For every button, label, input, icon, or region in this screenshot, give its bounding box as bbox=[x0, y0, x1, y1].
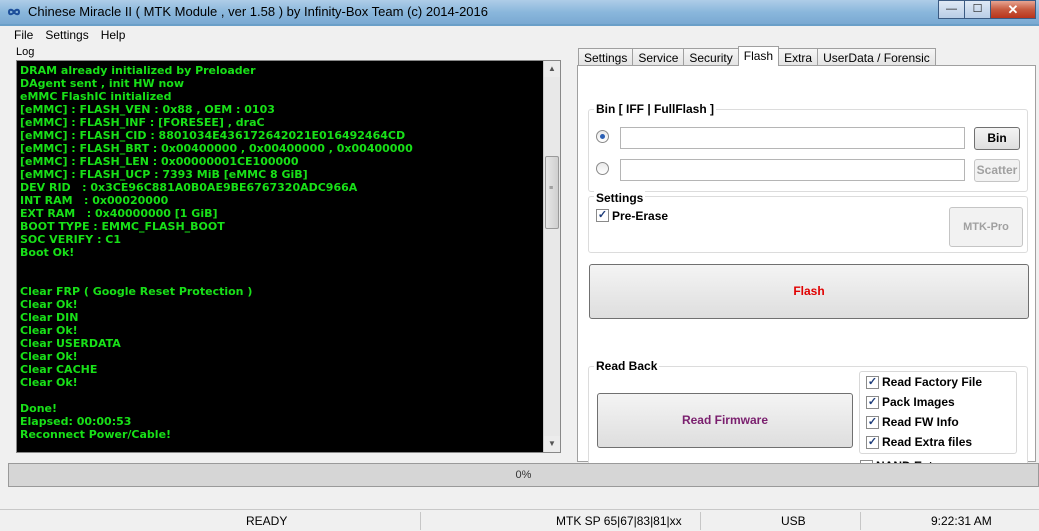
log-line: EXT RAM : 0x40000000 [1 GiB] bbox=[20, 207, 218, 220]
menu-bar: File Settings Help bbox=[0, 26, 1039, 44]
status-divider bbox=[700, 512, 701, 530]
tab-security[interactable]: Security bbox=[683, 48, 739, 66]
bin-path-field[interactable] bbox=[620, 127, 965, 149]
progress-text: 0% bbox=[515, 469, 532, 481]
check-icon: ✓ bbox=[867, 396, 878, 408]
log-line: DRAM already initialized by Preloader bbox=[20, 64, 256, 77]
status-bar: READY MTK SP 65|67|83|81|xx USB 9:22:31 … bbox=[0, 509, 1039, 531]
status-divider bbox=[860, 512, 861, 530]
log-line: [eMMC] : FLASH_INF : [FORESEE] , draC bbox=[20, 116, 265, 129]
check-icon: ✓ bbox=[597, 209, 608, 221]
tab-extra[interactable]: Extra bbox=[778, 48, 819, 66]
status-time: 9:22:31 AM bbox=[931, 514, 992, 528]
log-scrollbar[interactable]: ▲ ≡ ▼ bbox=[543, 61, 560, 452]
infinity-logo-icon bbox=[7, 8, 21, 16]
bin-button[interactable]: Bin bbox=[974, 127, 1020, 150]
log-line: Clear USERDATA bbox=[20, 337, 121, 350]
window-controls: — ☐ ✕ bbox=[938, 0, 1036, 19]
log-line: Done! bbox=[20, 402, 57, 415]
pack-images-checkbox[interactable]: ✓ bbox=[866, 396, 879, 409]
progress-bar: 0% bbox=[8, 463, 1039, 487]
check-icon: ✓ bbox=[867, 376, 878, 388]
status-state: READY bbox=[246, 514, 288, 528]
status-platform: MTK SP 65|67|83|81|xx bbox=[556, 514, 682, 528]
log-line: Boot Ok! bbox=[20, 246, 75, 259]
log-line: Elapsed: 00:00:53 bbox=[20, 415, 132, 428]
title-bar: Chinese Miracle II ( MTK Module , ver 1.… bbox=[0, 0, 1039, 24]
log-line: DEV RID : 0x3CE96C881A0B0AE9BE6767320ADC… bbox=[20, 181, 358, 194]
grip-icon: ≡ bbox=[549, 185, 554, 192]
log-line: [eMMC] : FLASH_UCP : 7393 MiB [eMMC 8 Gi… bbox=[20, 168, 308, 181]
mtk-pro-button[interactable]: MTK-Pro bbox=[949, 207, 1023, 247]
readback-group-title: Read Back bbox=[594, 359, 660, 373]
menu-settings[interactable]: Settings bbox=[39, 26, 94, 44]
read-extra-files-label: Read Extra files bbox=[882, 435, 973, 449]
scroll-thumb[interactable]: ≡ bbox=[545, 156, 559, 229]
maximize-button[interactable]: ☐ bbox=[964, 0, 991, 19]
scatter-button[interactable]: Scatter bbox=[974, 159, 1020, 182]
pre-erase-checkbox[interactable]: ✓ bbox=[596, 209, 609, 222]
log-line: Clear Ok! bbox=[20, 350, 78, 363]
log-line: Reconnect Power/Cable! bbox=[20, 428, 172, 441]
check-icon: ✓ bbox=[867, 416, 878, 428]
read-fw-info-checkbox[interactable]: ✓ bbox=[866, 416, 879, 429]
log-line: DAgent sent , init HW now bbox=[20, 77, 185, 90]
flash-button[interactable]: Flash bbox=[589, 264, 1029, 319]
log-label: Log bbox=[16, 46, 35, 58]
menu-file[interactable]: File bbox=[8, 26, 39, 44]
app-client-area: File Settings Help Log DRAM already init… bbox=[0, 26, 1039, 531]
scroll-up-icon[interactable]: ▲ bbox=[544, 61, 560, 77]
bin-radio[interactable] bbox=[596, 130, 609, 143]
log-line: eMMC FlashIC initialized bbox=[20, 90, 172, 103]
flash-tab-panel: Bin [ IFF | FullFlash ] Bin Scatter Sett… bbox=[577, 65, 1036, 480]
check-icon: ✓ bbox=[867, 436, 878, 448]
log-line: Clear DIN bbox=[20, 311, 79, 324]
log-line: [eMMC] : FLASH_VEN : 0x88 , OEM : 0103 bbox=[20, 103, 275, 116]
close-button[interactable]: ✕ bbox=[990, 0, 1036, 19]
read-factory-file-checkbox[interactable]: ✓ bbox=[866, 376, 879, 389]
tab-service[interactable]: Service bbox=[632, 48, 685, 66]
status-connection: USB bbox=[781, 514, 806, 528]
log-line: [eMMC] : FLASH_LEN : 0x00000001CE100000 bbox=[20, 155, 299, 168]
window-title: Chinese Miracle II ( MTK Module , ver 1.… bbox=[28, 4, 489, 19]
tab-strip: Settings Service Security Flash Extra Us… bbox=[578, 46, 936, 66]
scatter-path-field[interactable] bbox=[620, 159, 965, 181]
menu-help[interactable]: Help bbox=[95, 26, 132, 44]
read-fw-info-label: Read FW Info bbox=[882, 415, 959, 429]
minimize-button[interactable]: — bbox=[938, 0, 965, 19]
log-line: Clear FRP ( Google Reset Protection ) bbox=[20, 285, 253, 298]
read-extra-files-checkbox[interactable]: ✓ bbox=[866, 436, 879, 449]
pre-erase-label: Pre-Erase bbox=[612, 209, 669, 223]
log-line: BOOT TYPE : EMMC_FLASH_BOOT bbox=[20, 220, 225, 233]
read-firmware-button[interactable]: Read Firmware bbox=[597, 393, 853, 448]
log-line: Clear CACHE bbox=[20, 363, 98, 376]
log-line: INT RAM : 0x00020000 bbox=[20, 194, 169, 207]
log-line: [eMMC] : FLASH_CID : 8801034E43617264202… bbox=[20, 129, 406, 142]
log-line: Clear Ok! bbox=[20, 376, 78, 389]
log-console[interactable]: DRAM already initialized by Preloader DAg… bbox=[16, 60, 561, 453]
log-line: SOC VERIFY : C1 bbox=[20, 233, 122, 246]
tab-flash[interactable]: Flash bbox=[737, 46, 780, 66]
bin-group-title: Bin [ IFF | FullFlash ] bbox=[594, 102, 717, 116]
tab-userdata-forensic[interactable]: UserData / Forensic bbox=[817, 48, 936, 66]
log-lines: DRAM already initialized by Preloader DAg… bbox=[20, 64, 540, 441]
log-line: Clear Ok! bbox=[20, 324, 78, 337]
status-divider bbox=[420, 512, 421, 530]
log-line: [eMMC] : FLASH_BRT : 0x00400000 , 0x0040… bbox=[20, 142, 413, 155]
tab-settings[interactable]: Settings bbox=[578, 48, 634, 66]
pack-images-label: Pack Images bbox=[882, 395, 955, 409]
scroll-down-icon[interactable]: ▼ bbox=[544, 436, 560, 452]
read-factory-file-label: Read Factory File bbox=[882, 375, 983, 389]
settings-group-title: Settings bbox=[594, 191, 646, 205]
log-line: Clear Ok! bbox=[20, 298, 78, 311]
scatter-radio[interactable] bbox=[596, 162, 609, 175]
